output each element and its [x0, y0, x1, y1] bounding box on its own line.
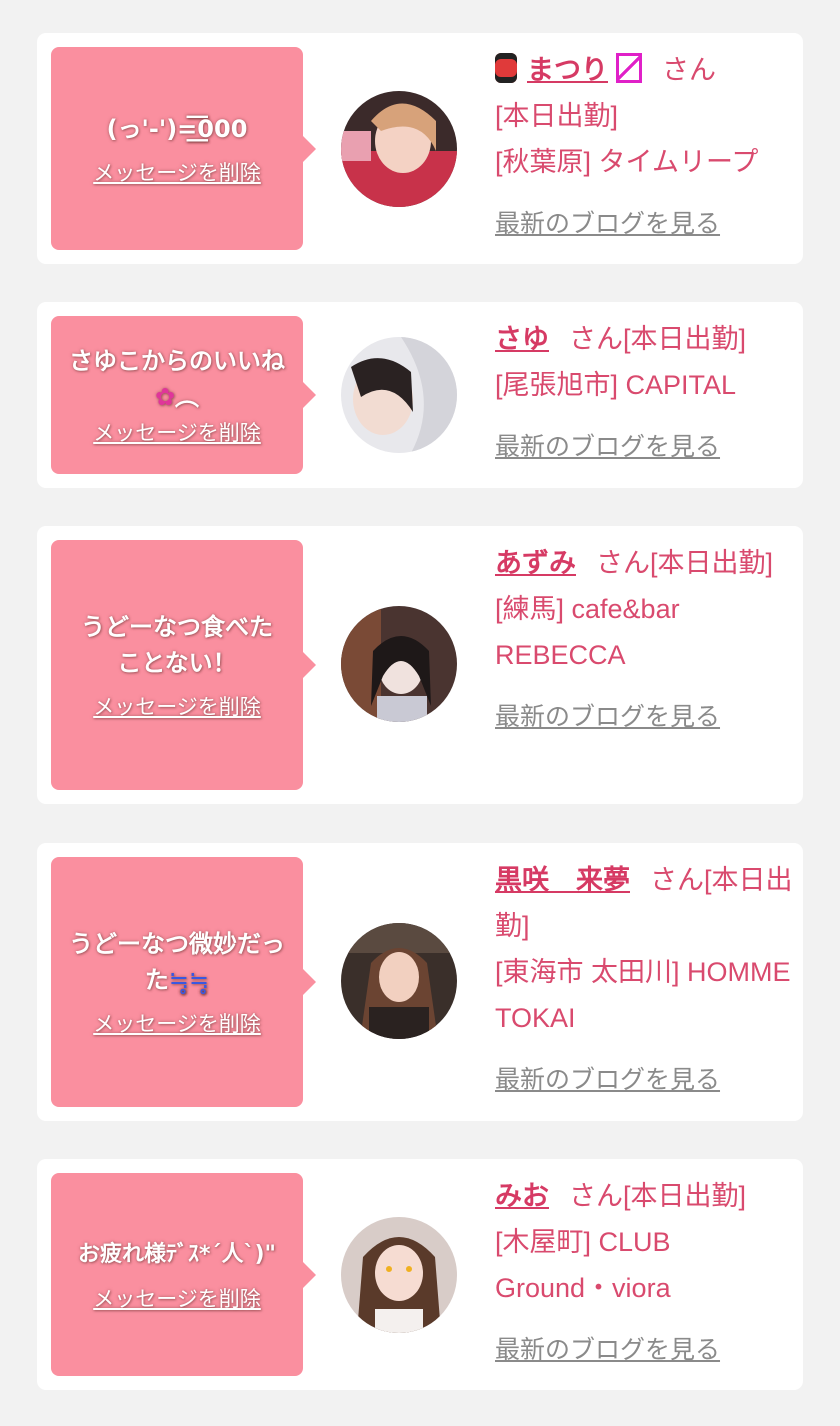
delete-message-link[interactable]: メッセージを削除 — [93, 1010, 261, 1038]
message-bubble: うどーなつ食べたことない！ メッセージを削除 — [51, 540, 316, 790]
message-card: うどーなつ微妙だった≒̥̥̥≒̥̥̥ メッセージを削除 黒咲 来夢 さん[本日出勤… — [37, 843, 803, 1121]
cast-name-link[interactable]: みお — [495, 1181, 549, 1211]
avatar[interactable] — [341, 606, 457, 722]
kimono-icon — [616, 53, 642, 83]
message-text: うどーなつ食べたことない！ — [81, 613, 273, 677]
avatar[interactable] — [341, 91, 457, 207]
latest-blog-link[interactable]: 最新のブログを見る — [495, 1057, 795, 1103]
latest-blog-link[interactable]: 最新のブログを見る — [495, 1327, 795, 1373]
latest-blog-link[interactable]: 最新のブログを見る — [495, 201, 795, 247]
message-bubble: さゆこからのいいね✿︵ メッセージを削除 — [51, 316, 316, 474]
message-card: お疲れ様ﾃﾞｽ*´人`)" メッセージを削除 みお さん[本日出勤] [木屋町] … — [37, 1159, 803, 1390]
cast-name-link[interactable]: さゆ — [495, 324, 549, 354]
message-text: さゆこからのいいね✿︵ — [69, 347, 285, 411]
red-lantern-icon — [495, 53, 517, 83]
cast-info: さゆ さん[本日出勤] [尾張旭市] CAPITAL 最新のブログを見る — [495, 316, 795, 470]
cast-name-link[interactable]: 黒咲 来夢 — [495, 865, 630, 895]
delete-message-link[interactable]: メッセージを削除 — [93, 1285, 261, 1313]
shop-location: [秋葉原] タイムリープ — [495, 147, 759, 177]
message-card: うどーなつ食べたことない！ メッセージを削除 あずみ さん[本日出勤] [練馬] … — [37, 526, 803, 804]
shop-location: [練馬] cafe&bar REBECCA — [495, 594, 680, 670]
message-bubble: うどーなつ微妙だった≒̥̥̥≒̥̥̥ メッセージを削除 — [51, 857, 316, 1107]
avatar[interactable] — [341, 1217, 457, 1333]
cast-info: まつり さん [本日出勤] [秋葉原] タイムリープ 最新のブログを見る — [495, 47, 795, 247]
shop-location: [東海市 太田川] HOMME TOKAI — [495, 957, 791, 1033]
message-text: お疲れ様ﾃﾞｽ*´人`)" — [77, 1241, 277, 1267]
delete-message-link[interactable]: メッセージを削除 — [93, 419, 261, 447]
message-list: (っ'-')=͟͟͞͞000 メッセージを削除 まつり さん [本日出勤] [秋葉… — [0, 0, 840, 1426]
cast-info: あずみ さん[本日出勤] [練馬] cafe&bar REBECCA 最新のブログ… — [495, 540, 795, 740]
delete-message-link[interactable]: メッセージを削除 — [93, 693, 261, 721]
bouquet-icon: ✿ — [154, 383, 176, 411]
work-status: [本日出勤] — [495, 101, 619, 131]
avatar[interactable] — [341, 923, 457, 1039]
work-status: [本日出勤] — [623, 324, 747, 354]
message-text: (っ'-')=͟͟͞͞000 — [106, 114, 248, 143]
delete-message-link[interactable]: メッセージを削除 — [93, 159, 261, 187]
avatar[interactable] — [341, 337, 457, 453]
message-bubble: お疲れ様ﾃﾞｽ*´人`)" メッセージを削除 — [51, 1173, 316, 1376]
cast-info: 黒咲 来夢 さん[本日出勤] [東海市 太田川] HOMME TOKAI 最新のブ… — [495, 857, 795, 1103]
latest-blog-link[interactable]: 最新のブログを見る — [495, 694, 795, 740]
cast-name-link[interactable]: まつり — [495, 53, 642, 85]
shop-location: [尾張旭市] CAPITAL — [495, 370, 737, 400]
cast-info: みお さん[本日出勤] [木屋町] CLUB Ground・viora 最新のブロ… — [495, 1173, 795, 1373]
latest-blog-link[interactable]: 最新のブログを見る — [495, 424, 795, 470]
message-card: さゆこからのいいね✿︵ メッセージを削除 さゆ さん[本日出勤] [尾張旭市] C… — [37, 302, 803, 488]
shop-location: [木屋町] CLUB Ground・viora — [495, 1227, 671, 1303]
message-text: うどーなつ微妙だった≒̥̥̥≒̥̥̥ — [69, 930, 285, 994]
cast-name-link[interactable]: あずみ — [495, 548, 576, 578]
sweat-face-icon: ≒̥̥̥≒̥̥̥ — [168, 966, 210, 994]
work-status: [本日出勤] — [650, 548, 774, 578]
message-bubble: (っ'-')=͟͟͞͞000 メッセージを削除 — [51, 47, 316, 250]
message-card: (っ'-')=͟͟͞͞000 メッセージを削除 まつり さん [本日出勤] [秋葉… — [37, 33, 803, 264]
work-status: [本日出勤] — [623, 1181, 747, 1211]
